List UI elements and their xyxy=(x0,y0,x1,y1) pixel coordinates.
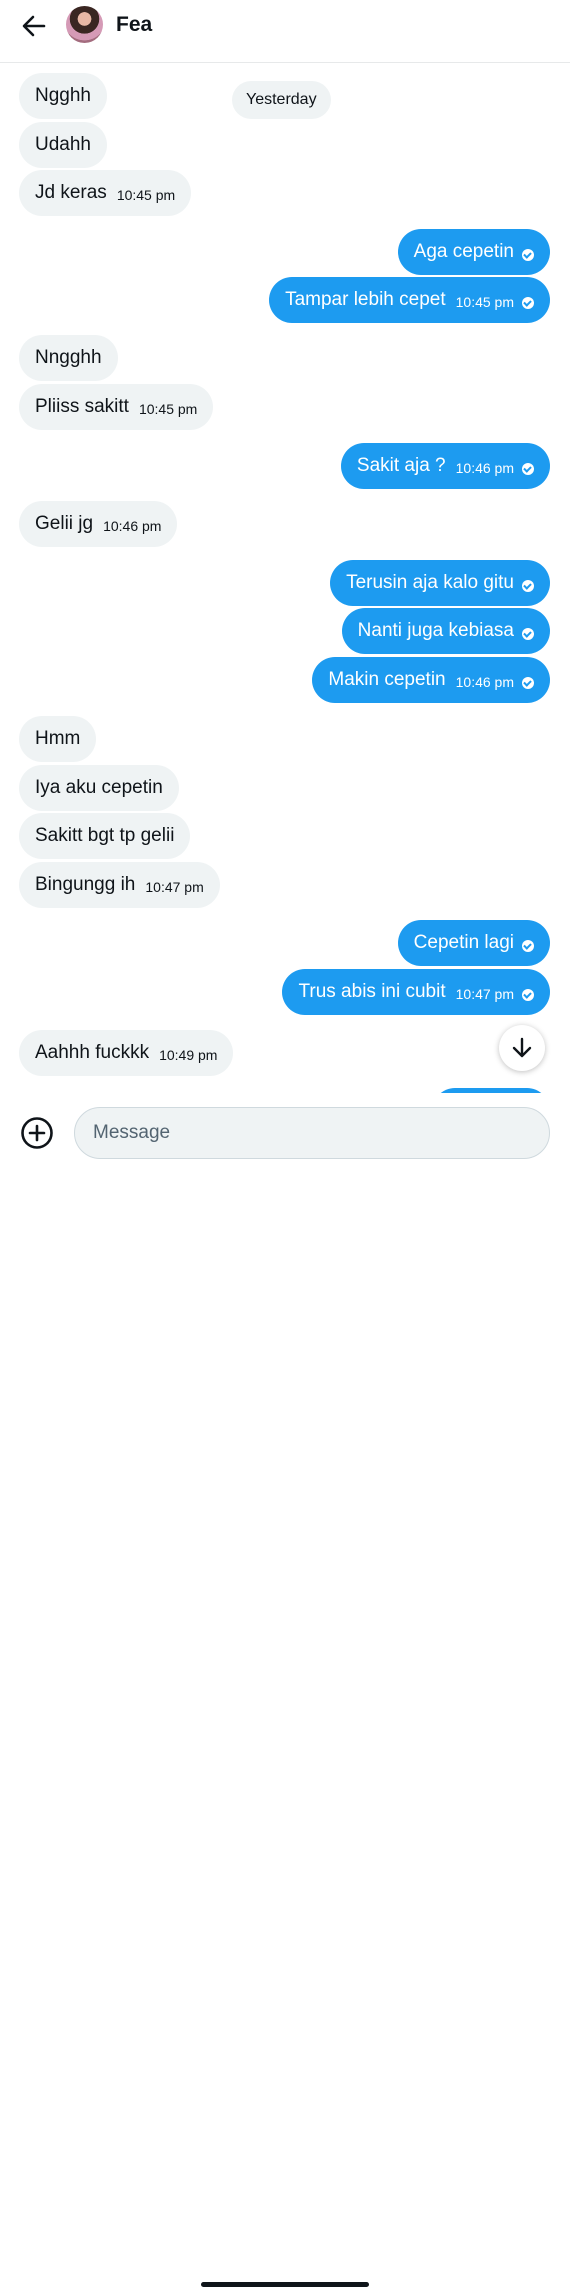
message-text: Pliiss sakitt xyxy=(35,396,129,417)
message-timestamp: 10:45 pm xyxy=(116,187,176,203)
read-check-icon xyxy=(522,296,534,309)
avatar[interactable] xyxy=(66,6,103,43)
incoming-message[interactable]: Aahhh fuckkk 10:49 pm xyxy=(19,1030,234,1076)
read-check-icon xyxy=(522,627,534,640)
arrow-down-icon xyxy=(512,1037,532,1058)
message-text: Aga cepetin xyxy=(413,241,514,262)
message-text: Makin cepetin xyxy=(328,669,446,690)
read-check-icon xyxy=(522,939,534,952)
message-text: Tampar lebih cepet xyxy=(285,289,446,310)
partial-message-bubble xyxy=(432,1088,550,1093)
read-check-icon xyxy=(522,248,534,261)
arrow-left-icon[interactable] xyxy=(18,12,50,40)
incoming-message[interactable]: Sakitt bgt tp gelii xyxy=(19,813,191,859)
outgoing-message[interactable]: Makin cepetin 10:46 pm xyxy=(312,657,550,703)
home-indicator xyxy=(201,2282,369,2287)
date-separator: Yesterday xyxy=(232,81,331,119)
composer-bar xyxy=(0,1094,570,2287)
outgoing-message[interactable]: Trus abis ini cubit 10:47 pm xyxy=(282,969,550,1015)
incoming-message[interactable]: Udahh xyxy=(19,122,107,168)
message-text: Trus abis ini cubit xyxy=(298,981,446,1002)
read-check-icon xyxy=(522,579,534,592)
incoming-message[interactable]: Nngghh xyxy=(19,335,118,381)
message-text: Ngghh xyxy=(35,85,91,106)
incoming-message[interactable]: Bingungg ih 10:47 pm xyxy=(19,862,220,908)
incoming-message[interactable]: Gelii jg 10:46 pm xyxy=(19,501,178,547)
message-text: Nanti juga kebiasa xyxy=(357,620,514,641)
read-check-icon xyxy=(522,676,534,689)
message-text: Aahhh fuckkk xyxy=(35,1042,150,1063)
scroll-to-bottom-button[interactable] xyxy=(499,1025,545,1071)
message-text: Udahh xyxy=(35,134,91,155)
incoming-message[interactable]: Ngghh xyxy=(19,73,107,119)
message-text: Bingungg ih xyxy=(35,874,136,895)
message-text: Cepetin lagi xyxy=(413,932,514,953)
message-timestamp: 10:47 pm xyxy=(145,879,204,895)
message-text: Terusin aja kalo gitu xyxy=(346,572,514,593)
contact-name[interactable]: Fea xyxy=(116,13,152,37)
outgoing-message[interactable]: Sakit aja ? 10:46 pm xyxy=(340,443,550,489)
message-timestamp: 10:46 pm xyxy=(103,518,162,534)
plus-circle-icon[interactable] xyxy=(20,1116,54,1150)
outgoing-message[interactable]: Cepetin lagi xyxy=(397,920,550,966)
incoming-message[interactable]: Iya aku cepetin xyxy=(19,765,179,811)
read-check-icon xyxy=(522,988,534,1001)
message-text: Hmm xyxy=(35,728,81,749)
message-timestamp: 10:46 pm xyxy=(455,674,514,690)
message-input[interactable] xyxy=(74,1107,550,1159)
message-timestamp: 10:45 pm xyxy=(455,294,514,310)
message-list[interactable]: Yesterday Ngghh Udahh Jd keras 10:45 pm Aga … xyxy=(0,63,570,1093)
message-timestamp: 10:45 pm xyxy=(138,401,198,417)
message-text: Jd keras xyxy=(35,182,107,203)
message-timestamp: 10:49 pm xyxy=(159,1047,218,1063)
incoming-message[interactable]: Pliiss sakitt 10:45 pm xyxy=(19,384,214,430)
incoming-message[interactable]: Hmm xyxy=(19,716,97,762)
outgoing-message[interactable]: Tampar lebih cepet 10:45 pm xyxy=(269,277,550,323)
message-text: Sakitt bgt tp gelii xyxy=(35,825,175,846)
message-text: Nngghh xyxy=(35,347,102,368)
read-check-icon xyxy=(522,462,534,475)
message-text: Sakit aja ? xyxy=(356,455,446,476)
incoming-message[interactable]: Jd keras 10:45 pm xyxy=(19,170,192,216)
message-text: Iya aku cepetin xyxy=(35,777,163,798)
message-timestamp: 10:46 pm xyxy=(455,460,514,476)
message-timestamp: 10:47 pm xyxy=(455,986,514,1002)
message-text: Gelii jg xyxy=(35,513,94,534)
outgoing-message[interactable]: Aga cepetin xyxy=(397,229,550,275)
outgoing-message[interactable]: Terusin aja kalo gitu xyxy=(330,560,550,606)
chat-header: Fea xyxy=(0,0,570,63)
outgoing-message[interactable]: Nanti juga kebiasa xyxy=(341,608,550,654)
